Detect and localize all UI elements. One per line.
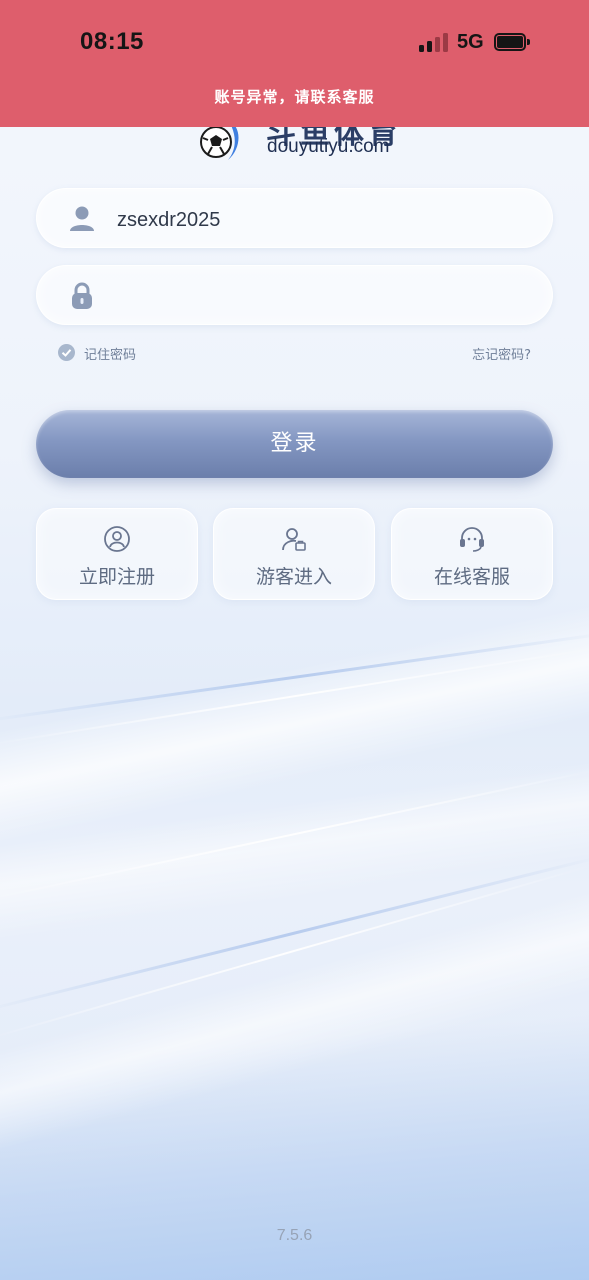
brand-domain: douyutiyu.com (267, 136, 390, 157)
alert-message: 账号异常，请联系客服 (214, 88, 375, 106)
register-label: 立即注册 (78, 566, 155, 588)
battery-icon (494, 33, 530, 51)
headset-icon (460, 527, 484, 552)
forgot-password-link[interactable]: 忘记密码? (472, 344, 531, 363)
user-circle-icon (104, 526, 130, 552)
network-type: 5G (457, 31, 484, 53)
user-icon (70, 206, 94, 231)
password-field[interactable] (36, 265, 553, 325)
alert-banner: 08:15 5G 账号异常，请联系客服 (0, 0, 589, 127)
register-button[interactable]: 立即注册 (36, 508, 198, 600)
status-time: 08:15 (80, 28, 144, 55)
username-input[interactable] (115, 199, 519, 241)
app-version: 7.5.6 (276, 1227, 313, 1244)
background-streak (0, 630, 589, 723)
online-service-label: 在线客服 (433, 566, 510, 588)
password-input[interactable] (115, 276, 519, 318)
guest-enter-button[interactable]: 游客进入 (213, 508, 375, 600)
login-screen: 斗鱼体育 douyutiyu.com 08:15 5G 账号异常，请联系客服 z… (0, 0, 589, 1280)
background-streak (0, 863, 589, 1042)
signal-icon (419, 32, 449, 52)
lock-icon (72, 282, 92, 309)
online-service-button[interactable]: 在线客服 (391, 508, 553, 600)
guest-user-icon (282, 528, 306, 551)
background-streak (0, 644, 589, 747)
login-button[interactable]: 登录 (36, 410, 553, 478)
username-field[interactable] (36, 188, 553, 248)
guest-enter-label: 游客进入 (255, 566, 332, 588)
checkmark-icon (58, 344, 75, 361)
remember-password-label: 记住密码 (84, 348, 137, 363)
